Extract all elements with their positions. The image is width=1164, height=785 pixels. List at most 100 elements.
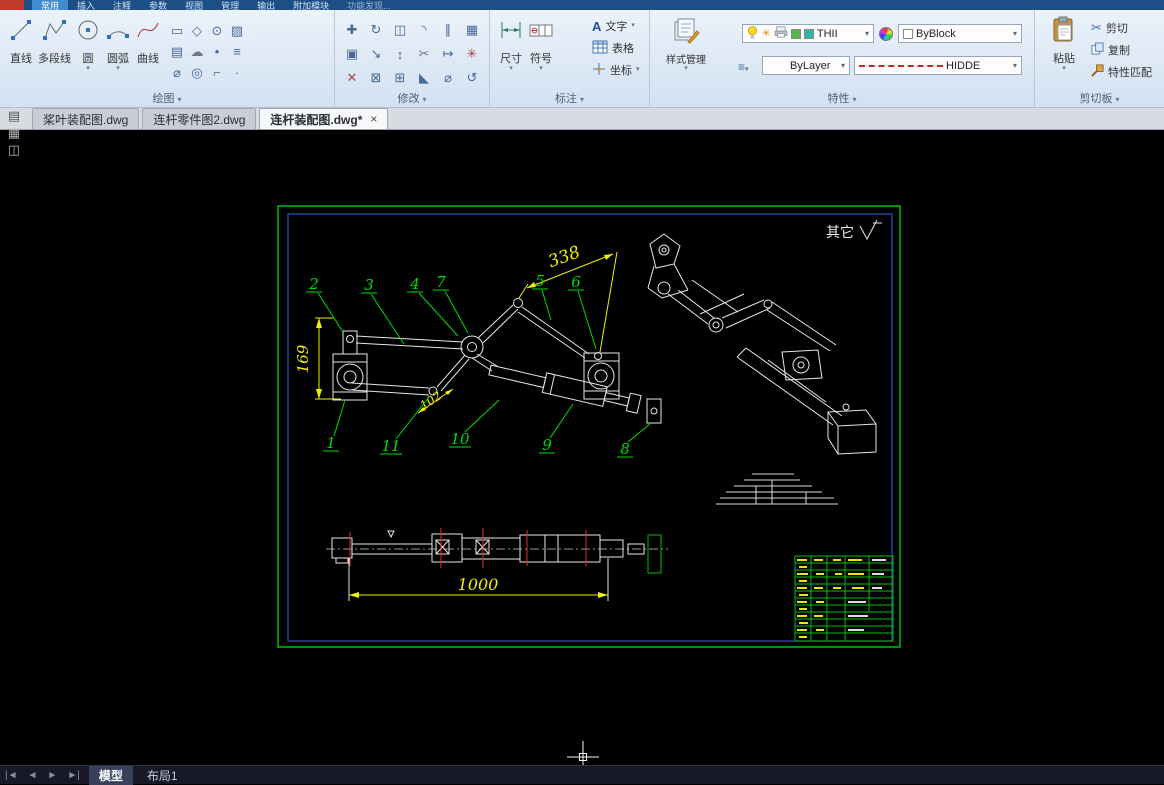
front-view[interactable] [332,298,662,424]
hatch-icon[interactable]: ▨ [227,20,247,41]
side-view[interactable] [326,528,668,574]
clipboard-panel-label[interactable]: 剪切板 ▾ [1035,90,1164,106]
model-tab[interactable]: 模型 [88,765,133,785]
modify-panel: ✚ ↻ ◫ ◝ ∥ ▦ ▣ ↘ ↕ ✂ ↦ ✳ ✕ ⊠ ⊞ ◣ ⌀ ↺ 修改 ▾ [335,10,490,107]
app-menu-icon[interactable] [0,0,24,10]
linetype2-dropdown[interactable]: HIDDE ▾ [854,56,1022,75]
ribbon-tab-parametric[interactable]: 参数 [140,0,176,10]
diameter-icon[interactable]: ⌀ [167,62,187,83]
paste-button[interactable]: 粘贴 ▾ [1041,14,1087,73]
ribbon-tab-insert[interactable]: 插入 [68,0,104,10]
arc-button[interactable]: 圆弧 ▾ [103,16,133,73]
chevron-down-icon: ▾ [539,65,543,72]
color-wheel-icon[interactable] [879,27,893,41]
ribbon-tab-annotate[interactable]: 注释 [104,0,140,10]
iso-view[interactable] [647,233,877,455]
point-icon[interactable]: • [207,41,227,62]
paste-icon [1050,15,1078,48]
copy-button[interactable]: 复制 [1091,40,1152,59]
title-block[interactable] [794,555,894,642]
cut-button[interactable]: ✂ 剪切 [1091,18,1152,37]
object-color-dropdown[interactable]: ByBlock ▾ [898,24,1022,43]
ribbon-tab-view[interactable]: 视图 [176,0,212,10]
properties-panel-label[interactable]: 特性 ▾ [650,90,1034,106]
chevron-down-icon: ▾ [1062,65,1066,72]
undo-icon[interactable]: ↺ [460,66,484,90]
layer-plot-printer-icon [774,26,788,41]
polyline-button[interactable]: 多段线 [36,16,73,67]
dimension-button[interactable]: 尺寸 ▾ [496,16,526,73]
prev-tab-arrow-icon[interactable]: ◄ [23,770,43,781]
file-tab-propeller-assembly[interactable]: 桨叶装配图.dwg [32,108,140,129]
palette-icon-3[interactable]: ◫ [8,143,20,157]
chevron-down-icon: ▾ [86,65,90,72]
dimensions[interactable]: 338 169 102 1000 [294,242,618,601]
first-tab-arrow-icon[interactable]: |◄ [0,770,23,781]
file-tab-rod-assembly-active[interactable]: 连杆装配图.dwg* × [259,108,389,129]
chevron-down-icon: ▾ [631,22,635,29]
modify-panel-label[interactable]: 修改 ▾ [335,90,489,106]
break-icon[interactable]: ⊠ [364,66,388,90]
explode-icon[interactable]: ✳ [460,42,484,66]
arc-icon [105,17,131,48]
callout-11: 11 [381,437,400,455]
parts-list[interactable] [716,473,838,505]
offset-icon[interactable]: ∥ [436,18,460,42]
table-button[interactable]: 表格 [592,39,640,57]
rectangle-icon[interactable]: ▭ [167,20,187,41]
symbol-button[interactable]: 符号 ▾ [526,16,556,73]
ellipse-icon[interactable]: ⊙ [207,20,227,41]
move-icon[interactable]: ✚ [340,18,364,42]
join-icon[interactable]: ⊞ [388,66,412,90]
style-manager-button[interactable]: 样式管理 ▾ [658,15,714,73]
measure-icon[interactable]: ⌀ [436,66,460,90]
circle-button[interactable]: 圆 ▾ [73,16,103,73]
revision-cloud-icon[interactable]: ☁ [187,41,207,62]
donut-icon[interactable]: ◎ [187,62,207,83]
multiline-icon[interactable]: ≡ [227,41,247,62]
text-button[interactable]: A 文字 ▾ [592,17,640,35]
palette-icon-1[interactable]: ▤ [8,109,20,123]
surface-roughness-note[interactable]: 其它 [826,219,882,241]
coordinate-button[interactable]: 坐标 ▾ [592,61,640,79]
cad-viewport[interactable]: 其它 338 169 102 1000 2 3 4 7 5 6 1 11 10 … [0,130,1164,765]
layout1-tab[interactable]: 布局1 [137,766,188,785]
copy-icon[interactable]: ▣ [340,42,364,66]
fillet-icon[interactable]: ◝ [412,18,436,42]
linetype-dropdown[interactable]: ByLayer ▾ [762,56,850,75]
drawing-canvas[interactable]: 其它 338 169 102 1000 2 3 4 7 5 6 1 11 10 … [0,130,1164,765]
divide-icon[interactable]: ∙ [227,62,247,83]
trim-icon[interactable]: ✂ [412,42,436,66]
dimension-icon [498,17,524,48]
line-button[interactable]: 直线 [6,16,36,67]
extend-icon[interactable]: ↦ [436,42,460,66]
match-properties-button[interactable]: 特性匹配 [1091,62,1152,81]
ribbon-tab-output[interactable]: 输出 [248,0,284,10]
draw-panel-label[interactable]: 绘图 ▾ [0,90,334,106]
erase-icon[interactable]: ✕ [340,66,364,90]
polygon-icon[interactable]: ◇ [187,20,207,41]
chamfer-icon[interactable]: ◣ [412,66,436,90]
array-icon[interactable]: ▦ [460,18,484,42]
ribbon-tab-addins[interactable]: 附加模块 [284,0,338,10]
layer-dropdown[interactable]: ☀ THII ▾ [742,24,874,43]
xline-icon[interactable]: ⌐ [207,62,227,83]
stretch-icon[interactable]: ↘ [364,42,388,66]
gradient-icon[interactable]: ▤ [167,41,187,62]
last-tab-arrow-icon[interactable]: ►| [62,770,85,781]
scale-icon[interactable]: ↕ [388,42,412,66]
spline-button[interactable]: 曲线 [133,16,163,67]
next-tab-arrow-icon[interactable]: ► [42,770,62,781]
ribbon-tab-discover[interactable]: 功能发现... [338,0,400,10]
palette-icon-2[interactable]: ▦ [8,126,20,140]
rotate-icon[interactable]: ↻ [364,18,388,42]
ribbon-tab-manage[interactable]: 管理 [212,0,248,10]
annotate-panel-label[interactable]: 标注 ▾ [490,90,649,106]
layer-list-icon[interactable]: ≡▾ [738,60,749,74]
close-tab-icon[interactable]: × [370,112,377,126]
file-tab-rod-part[interactable]: 连杆零件图2.dwg [142,108,257,129]
chevron-down-icon: ▾ [1115,95,1120,104]
mirror-icon[interactable]: ◫ [388,18,412,42]
callouts[interactable]: 2 3 4 7 5 6 1 11 10 9 8 [306,272,651,458]
ribbon-tab-home[interactable]: 常用 [32,0,69,10]
